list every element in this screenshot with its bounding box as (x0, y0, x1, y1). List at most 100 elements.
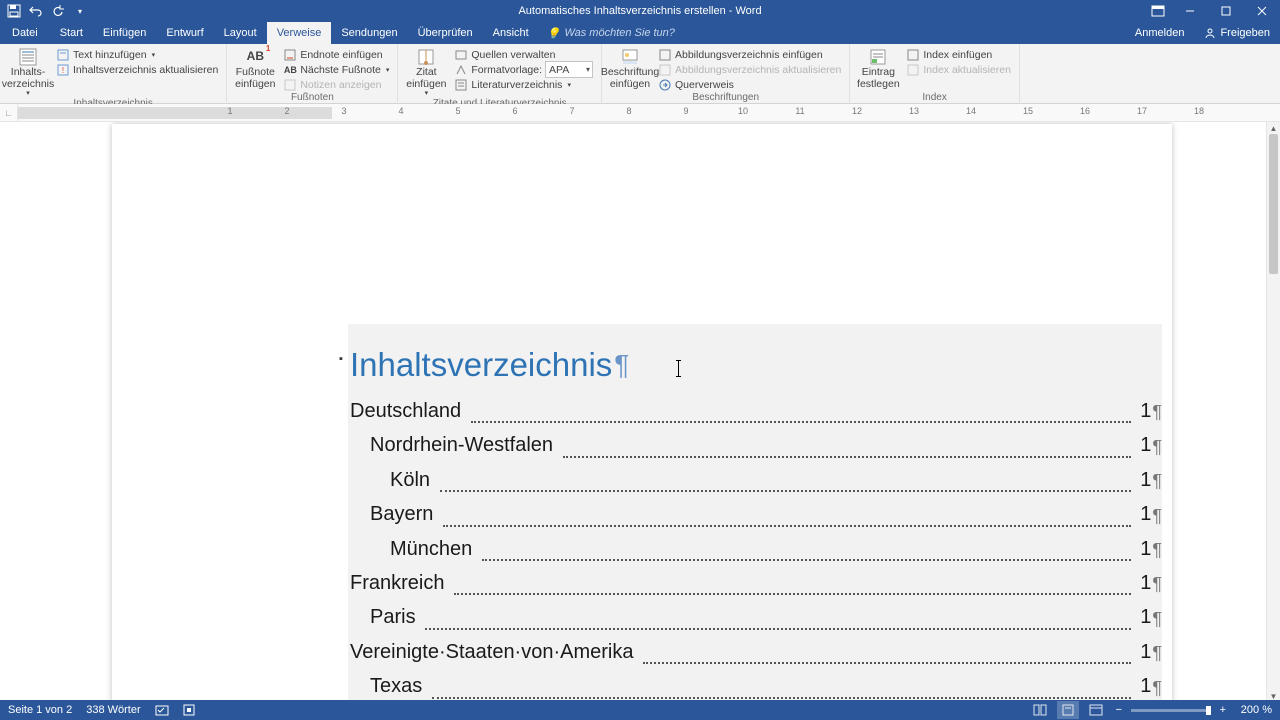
pilcrow-icon: ¶ (1152, 432, 1162, 463)
window-title: Automatisches Inhaltsverzeichnis erstell… (0, 5, 1280, 17)
page-indicator[interactable]: Seite 1 von 2 (8, 704, 72, 716)
page[interactable]: ▪ Inhaltsverzeichnis¶ Deutschland 1¶Nord… (112, 124, 1172, 702)
pilcrow-icon: ¶ (1152, 604, 1162, 635)
mark-entry-button[interactable]: Eintrag festlegen (856, 46, 900, 90)
group-index-label: Index (856, 92, 1013, 104)
add-text-button[interactable]: Text hinzufügen▾ (54, 47, 220, 62)
style-value[interactable]: APA (545, 61, 593, 78)
read-mode-button[interactable] (1029, 701, 1051, 719)
sign-in-link[interactable]: Anmelden (1125, 22, 1195, 44)
word-count[interactable]: 338 Wörter (86, 704, 140, 716)
tab-ueberpruefen[interactable]: Überprüfen (408, 22, 483, 44)
toc-entry-page: 1 (1135, 394, 1152, 428)
ruler-tick: 6 (512, 106, 517, 116)
ruler-tick: 3 (341, 106, 346, 116)
toc-list[interactable]: Deutschland 1¶Nordrhein-Westfalen 1¶Köln… (350, 394, 1162, 702)
tab-entwurf[interactable]: Entwurf (156, 22, 213, 44)
zoom-slider[interactable] (1131, 709, 1211, 712)
maximize-button[interactable] (1208, 0, 1244, 22)
citation-style-select[interactable]: Formatvorlage:APA (452, 62, 595, 77)
group-captions: Beschriftung einfügen Abbildungsverzeich… (602, 44, 850, 104)
toc-leader (443, 525, 1131, 527)
zoom-out-button[interactable]: − (1113, 704, 1125, 716)
print-layout-button[interactable] (1057, 701, 1079, 719)
insert-endnote-button[interactable]: Endnote einfügen (281, 47, 391, 62)
redo-icon[interactable] (48, 1, 68, 21)
spellcheck-icon[interactable] (155, 703, 169, 717)
toc-button[interactable]: Inhalts- verzeichnis ▾ (6, 46, 50, 98)
toc-entry[interactable]: Paris 1¶ (350, 600, 1162, 634)
ribbon-display-options-icon[interactable] (1144, 1, 1172, 21)
ruler-tick: 1 (227, 106, 232, 116)
toc-entry-label: Bayern (370, 497, 439, 531)
toc-entry[interactable]: München 1¶ (350, 532, 1162, 566)
toc-leader (440, 490, 1131, 492)
tab-sendungen[interactable]: Sendungen (331, 22, 407, 44)
tell-me-search[interactable]: 💡 Was möchten Sie tun? (539, 22, 683, 44)
close-button[interactable] (1244, 0, 1280, 22)
update-toc-button[interactable]: !Inhaltsverzeichnis aktualisieren (54, 62, 220, 77)
tab-ansicht[interactable]: Ansicht (483, 22, 539, 44)
vertical-scrollbar[interactable]: ▲ ▼ (1266, 122, 1280, 702)
toc-entry-page: 1 (1135, 497, 1152, 531)
insert-citation-button[interactable]: Zitat einfügen ▾ (404, 46, 448, 98)
bibliography-icon (454, 78, 468, 92)
tab-selector[interactable]: ∟ (0, 104, 18, 122)
citation-icon (416, 48, 436, 66)
toc-entry[interactable]: Köln 1¶ (350, 463, 1162, 497)
ruler-tick: 17 (1137, 106, 1147, 116)
tab-verweise[interactable]: Verweise (267, 22, 332, 44)
file-tab[interactable]: Datei (0, 22, 50, 44)
group-footnotes: AB1 Fußnote einfügen Endnote einfügen AB… (227, 44, 398, 104)
share-button[interactable]: Freigeben (1194, 22, 1280, 44)
endnote-icon (283, 48, 297, 62)
insert-index-button[interactable]: Index einfügen (904, 47, 1013, 62)
tell-me-label: Was möchten Sie tun? (564, 27, 674, 39)
pilcrow-icon: ¶ (1152, 535, 1162, 566)
anchor-icon: ▪ (339, 353, 343, 365)
toc-entry[interactable]: Vereinigte·Staaten·von·Amerika 1¶ (350, 635, 1162, 669)
toc-leader (425, 628, 1131, 630)
toc-entry-label: Köln (390, 463, 436, 497)
ruler-tick: 4 (398, 106, 403, 116)
insert-caption-button[interactable]: Beschriftung einfügen (608, 46, 652, 90)
tab-layout[interactable]: Layout (214, 22, 267, 44)
title-bar: ▾ Automatisches Inhaltsverzeichnis erste… (0, 0, 1280, 22)
tab-einfuegen[interactable]: Einfügen (93, 22, 156, 44)
insert-footnote-button[interactable]: AB1 Fußnote einfügen (233, 46, 277, 90)
save-icon[interactable] (4, 1, 24, 21)
minimize-button[interactable] (1172, 0, 1208, 22)
undo-icon[interactable] (26, 1, 46, 21)
mark-entry-icon (868, 48, 888, 66)
tab-start[interactable]: Start (50, 22, 93, 44)
toc-entry[interactable]: Texas 1¶ (350, 669, 1162, 702)
next-footnote-button[interactable]: ABNächste Fußnote▾ (281, 62, 391, 77)
zoom-in-button[interactable]: + (1217, 704, 1229, 716)
document-area[interactable]: ▪ Inhaltsverzeichnis¶ Deutschland 1¶Nord… (0, 122, 1280, 702)
macro-record-icon[interactable] (183, 704, 195, 716)
toc-entry[interactable]: Bayern 1¶ (350, 497, 1162, 531)
toc-heading[interactable]: Inhaltsverzeichnis¶ (350, 346, 1162, 384)
group-toc: Inhalts- verzeichnis ▾ Text hinzufügen▾ … (0, 44, 227, 104)
show-notes-button: Notizen anzeigen (281, 77, 391, 92)
show-notes-icon (283, 78, 297, 92)
web-layout-button[interactable] (1085, 701, 1107, 719)
update-fig-icon (658, 63, 672, 77)
scroll-thumb[interactable] (1269, 134, 1278, 274)
toc-entry-label: München (390, 532, 478, 566)
insert-fig-index-button[interactable]: Abbildungsverzeichnis einfügen (656, 47, 843, 62)
fig-index-icon (658, 48, 672, 62)
ruler-tick: 13 (909, 106, 919, 116)
insert-index-icon (906, 48, 920, 62)
scroll-up-icon[interactable]: ▲ (1268, 122, 1280, 134)
share-label: Freigeben (1220, 27, 1270, 39)
toc-entry[interactable]: Frankreich 1¶ (350, 566, 1162, 600)
zoom-level[interactable]: 200 % (1241, 704, 1272, 716)
toc-entry[interactable]: Deutschland 1¶ (350, 394, 1162, 428)
crossref-button[interactable]: Querverweis (656, 77, 843, 92)
toc-entry[interactable]: Nordrhein-Westfalen 1¶ (350, 428, 1162, 462)
horizontal-ruler[interactable]: ∟ 123456789101112131415161718 (0, 104, 1280, 122)
qat-more-icon[interactable]: ▾ (70, 1, 90, 21)
bibliography-button[interactable]: Literaturverzeichnis▾ (452, 77, 595, 92)
manage-sources-button[interactable]: Quellen verwalten (452, 47, 595, 62)
